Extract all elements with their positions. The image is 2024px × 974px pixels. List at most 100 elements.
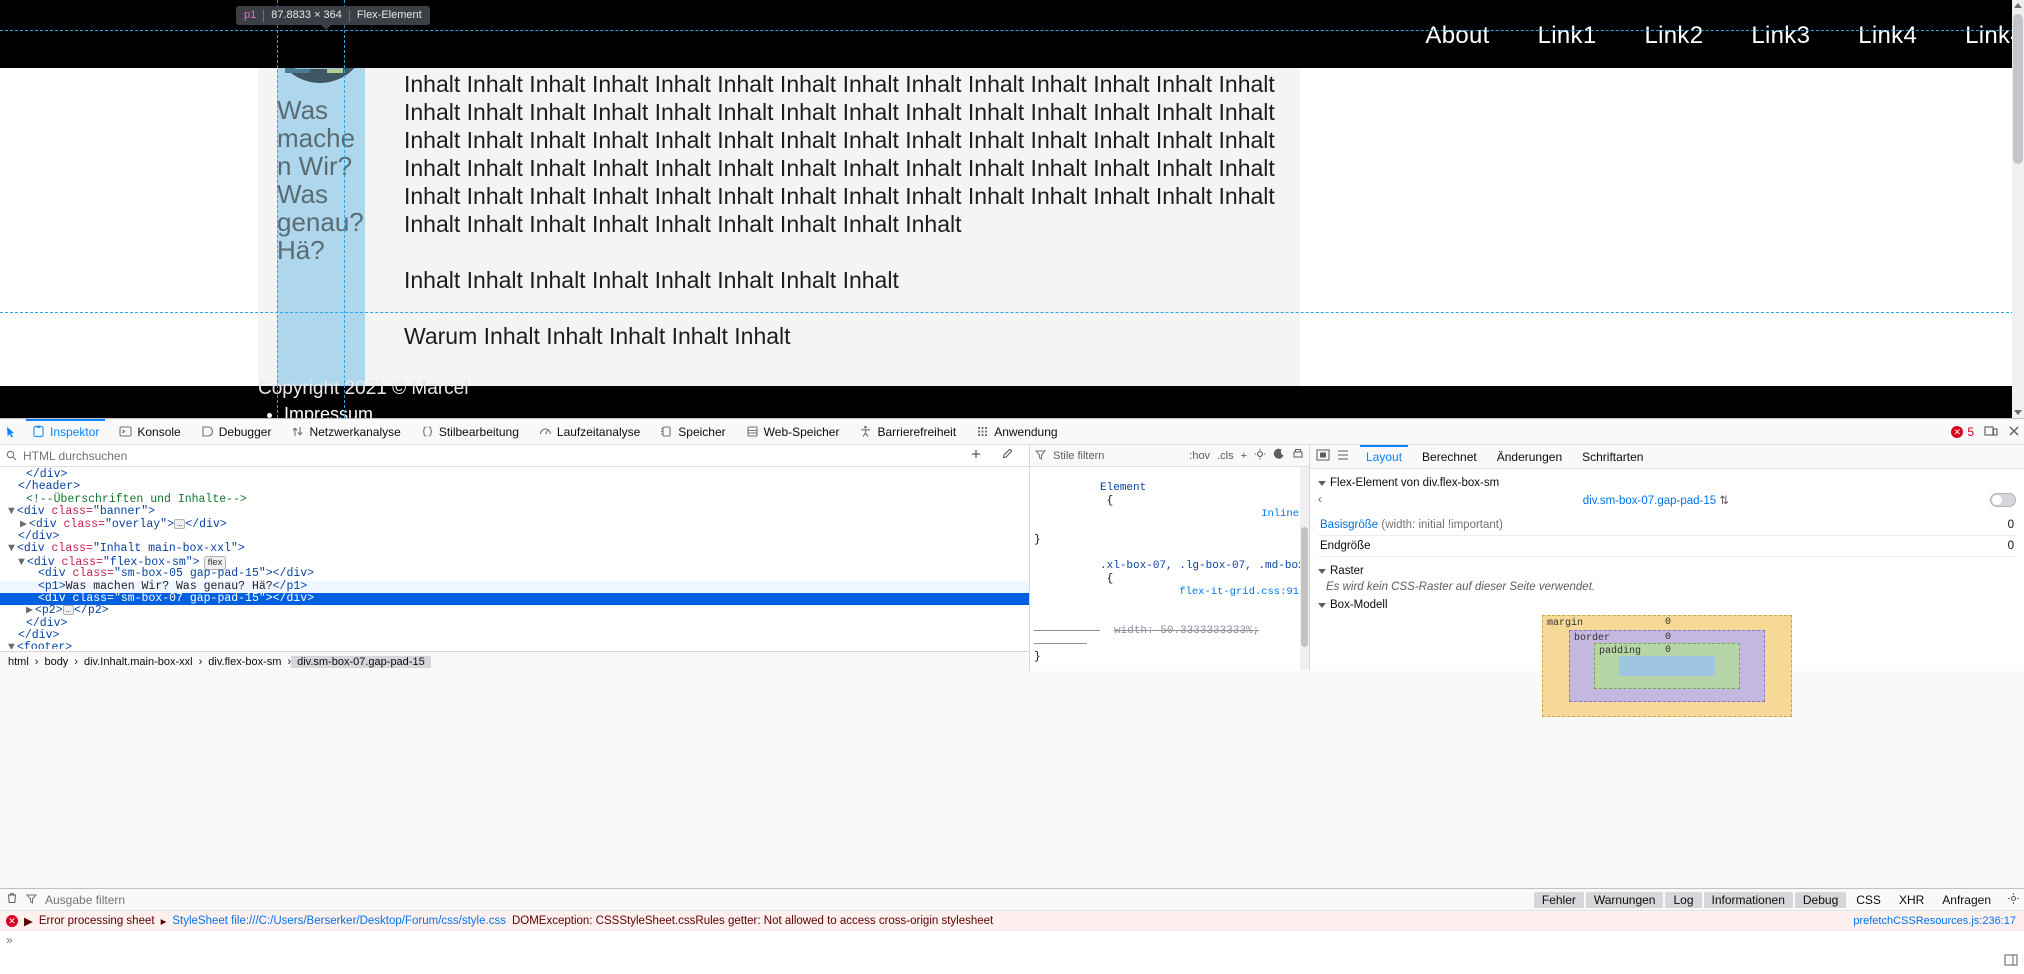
- inspected-page-viewport[interactable]: About Link1 Link2 Link3 Link4 Link4 Was …: [0, 0, 2024, 418]
- devtools-tab-laufzeitanalyse[interactable]: Laufzeitanalyse: [529, 419, 650, 445]
- rule-source[interactable]: flex-it-grid.css:91: [1179, 586, 1299, 599]
- print-media-icon[interactable]: [1292, 448, 1304, 463]
- chevron-down-icon[interactable]: [1318, 480, 1326, 486]
- flex-item-selector[interactable]: div.sm-box-07.gap-pad-15: [1583, 495, 1716, 507]
- element-picker-icon[interactable]: [0, 419, 22, 445]
- chevron-down-icon[interactable]: [1318, 568, 1326, 574]
- page-vertical-scrollbar[interactable]: [2012, 0, 2024, 418]
- markup-line[interactable]: ▶ <p2>… </p2>: [0, 604, 1029, 617]
- html-search-input[interactable]: HTML durchsuchen: [23, 449, 127, 463]
- console-filter-anfragen[interactable]: Anfragen: [1934, 892, 1999, 908]
- console-error-row[interactable]: ✕ ▶ Error processing sheet ▸ StyleSheet …: [0, 911, 2024, 931]
- markup-line[interactable]: ▶ <div class="overlay">… </div>: [0, 518, 1029, 531]
- margin-top-value[interactable]: 0: [1665, 617, 1671, 628]
- console-input-prompt[interactable]: »: [0, 931, 2024, 949]
- console-filter-css[interactable]: CSS: [1848, 892, 1889, 908]
- nav-link-2[interactable]: Link2: [1645, 22, 1704, 50]
- devtools-tab-konsole[interactable]: Konsole: [109, 419, 190, 445]
- console-filter-log[interactable]: Log: [1665, 891, 1702, 908]
- layout-tab-schriftarten[interactable]: Schriftarten: [1572, 445, 1653, 469]
- rules-scroll-thumb[interactable]: [1301, 527, 1308, 647]
- console-split-icon[interactable]: [2004, 953, 2018, 970]
- expand-arrow-icon[interactable]: ▶: [24, 914, 33, 928]
- padding-top-value[interactable]: 0: [1665, 645, 1671, 656]
- nav-link-3[interactable]: Link3: [1751, 22, 1810, 50]
- back-chevron-icon[interactable]: ‹: [1318, 494, 1322, 506]
- error-count-badge[interactable]: ✕ 5: [1951, 425, 1974, 439]
- layout-tab-layout[interactable]: Layout: [1356, 444, 1412, 469]
- rule-selector-2[interactable]: .gap-pad-15 { flex-it-default.min.css:10: [1034, 664, 1305, 670]
- element-source[interactable]: Inline: [1261, 508, 1299, 521]
- layout-tab-aenderungen[interactable]: Änderungen: [1487, 445, 1572, 469]
- console-filter-debug[interactable]: Debug: [1794, 891, 1847, 908]
- trash-icon[interactable]: [6, 892, 18, 907]
- rule-selector-1[interactable]: .xl-box-07, .lg-box-07, .md-box-07, .sm-…: [1034, 547, 1309, 612]
- dark-scheme-icon[interactable]: [1273, 448, 1285, 463]
- highlighted-p1-element[interactable]: Was machen Wir? Was genau? Hä?: [277, 68, 365, 386]
- box-model-content[interactable]: [1619, 656, 1715, 676]
- light-scheme-icon[interactable]: [1254, 448, 1266, 463]
- border-top-value[interactable]: 0: [1665, 632, 1671, 643]
- flex-overlay-toggle[interactable]: [1990, 493, 2016, 507]
- breadcrumb-item-flexbox[interactable]: div.flex-box-sm: [202, 656, 287, 668]
- nav-link-1[interactable]: Link1: [1538, 22, 1597, 50]
- box-model-icon[interactable]: [1316, 448, 1330, 465]
- breadcrumb-item-body[interactable]: body: [38, 656, 74, 668]
- breadcrumb-item-html[interactable]: html: [2, 656, 35, 668]
- console-filter-warnungen[interactable]: Warnungen: [1585, 891, 1664, 908]
- dropdown-caret-icon[interactable]: ⇅: [1719, 495, 1729, 507]
- markup-line-selected[interactable]: <div class="sm-box-07 gap-pad-15"></div>: [0, 592, 1029, 606]
- layout-tab-berechnet[interactable]: Berechnet: [1412, 445, 1487, 469]
- breadcrumb-item-smbox07[interactable]: div.sm-box-07.gap-pad-15: [291, 655, 431, 668]
- box-model-padding[interactable]: padding 0: [1594, 643, 1740, 689]
- console-settings-icon[interactable]: [2007, 892, 2020, 908]
- rules-scrollbar[interactable]: [1300, 467, 1309, 670]
- markup-line[interactable]: ▼ <div class="Inhalt main-box-xxl">: [0, 542, 1029, 555]
- responsive-design-mode-icon[interactable]: [1984, 424, 1998, 441]
- console-error-link[interactable]: StyleSheet file:///C:/Users/Berserker/De…: [172, 915, 506, 927]
- console-message-list[interactable]: ✕ ▶ Error processing sheet ▸ StyleSheet …: [0, 911, 2024, 931]
- rules-filter-input[interactable]: Stile filtern: [1053, 450, 1182, 462]
- devtools-tab-web-speicher[interactable]: Web-Speicher: [736, 419, 850, 445]
- add-node-icon[interactable]: [970, 448, 982, 463]
- page-scroll-thumb[interactable]: [2013, 14, 2023, 164]
- nav-link-about[interactable]: About: [1425, 22, 1489, 50]
- console-filter-fehler[interactable]: Fehler: [1533, 891, 1584, 908]
- markup-line[interactable]: </div>: [0, 617, 1029, 630]
- hover-toggle[interactable]: :hov: [1189, 450, 1210, 462]
- scroll-down-arrow-icon[interactable]: [2014, 410, 2022, 415]
- devtools-tab-debugger[interactable]: Debugger: [191, 419, 282, 445]
- devtools-tab-anwendung[interactable]: Anwendung: [966, 419, 1067, 445]
- devtools-tab-netzwerkanalyse[interactable]: Netzwerkanalyse: [281, 419, 410, 445]
- markup-line[interactable]: </div>: [0, 468, 1029, 481]
- scroll-up-arrow-icon[interactable]: [2014, 3, 2022, 8]
- rule-declaration[interactable]: width: 50.3333333333%;: [1034, 612, 1305, 651]
- devtools-tab-inspektor[interactable]: Inspektor: [22, 418, 109, 445]
- console-filter-informationen[interactable]: Informationen: [1703, 891, 1793, 908]
- site-navigation[interactable]: About Link1 Link2 Link3 Link4 Link4: [1425, 22, 2024, 50]
- devtools-tab-barrierefreiheit[interactable]: Barrierefreiheit: [849, 419, 966, 445]
- devtools-tab-speicher[interactable]: Speicher: [650, 419, 735, 445]
- basis-label[interactable]: Basisgröße: [1320, 519, 1378, 531]
- markup-line[interactable]: </div>: [0, 629, 1029, 642]
- class-toggle[interactable]: .cls: [1217, 450, 1234, 462]
- devtools-tab-stilbearbeitung[interactable]: Stilbearbeitung: [411, 419, 529, 445]
- html-search-bar[interactable]: HTML durchsuchen: [0, 445, 1029, 467]
- devtools-close-icon[interactable]: [2008, 425, 2020, 440]
- add-rule-button[interactable]: +: [1241, 450, 1247, 462]
- console-error-source[interactable]: prefetchCSSResources.js:236:17: [1853, 915, 2016, 927]
- chevron-down-icon[interactable]: [1318, 602, 1326, 608]
- rules-list[interactable]: Element { Inline } .xl-box-07, .lg-box-0…: [1030, 467, 1309, 670]
- markup-line[interactable]: ▼ <footer>: [0, 642, 1029, 649]
- flex-item-selector-row[interactable]: ‹ div.sm-box-07.gap-pad-15 ⇅: [1318, 493, 2016, 507]
- console-filter-xhr[interactable]: XHR: [1891, 892, 1932, 908]
- box-model-border[interactable]: border 0 padding 0: [1569, 630, 1765, 702]
- breadcrumb[interactable]: html › body › div.Inhalt.main-box-xxl › …: [0, 651, 1029, 671]
- selector-text[interactable]: .xl-box-07, .lg-box-07, .md-box-07, .sm-…: [1100, 560, 1309, 572]
- flex-section-title[interactable]: Flex-Element von div.flex-box-sm: [1318, 477, 2016, 489]
- eyedropper-icon[interactable]: [1000, 448, 1013, 464]
- nav-link-4[interactable]: Link4: [1858, 22, 1917, 50]
- box-model-margin[interactable]: margin 0 border 0 padding 0: [1542, 615, 1792, 717]
- decl-value[interactable]: 50.3333333333%: [1160, 625, 1252, 637]
- footer-link-impressum[interactable]: Impressum: [284, 404, 373, 418]
